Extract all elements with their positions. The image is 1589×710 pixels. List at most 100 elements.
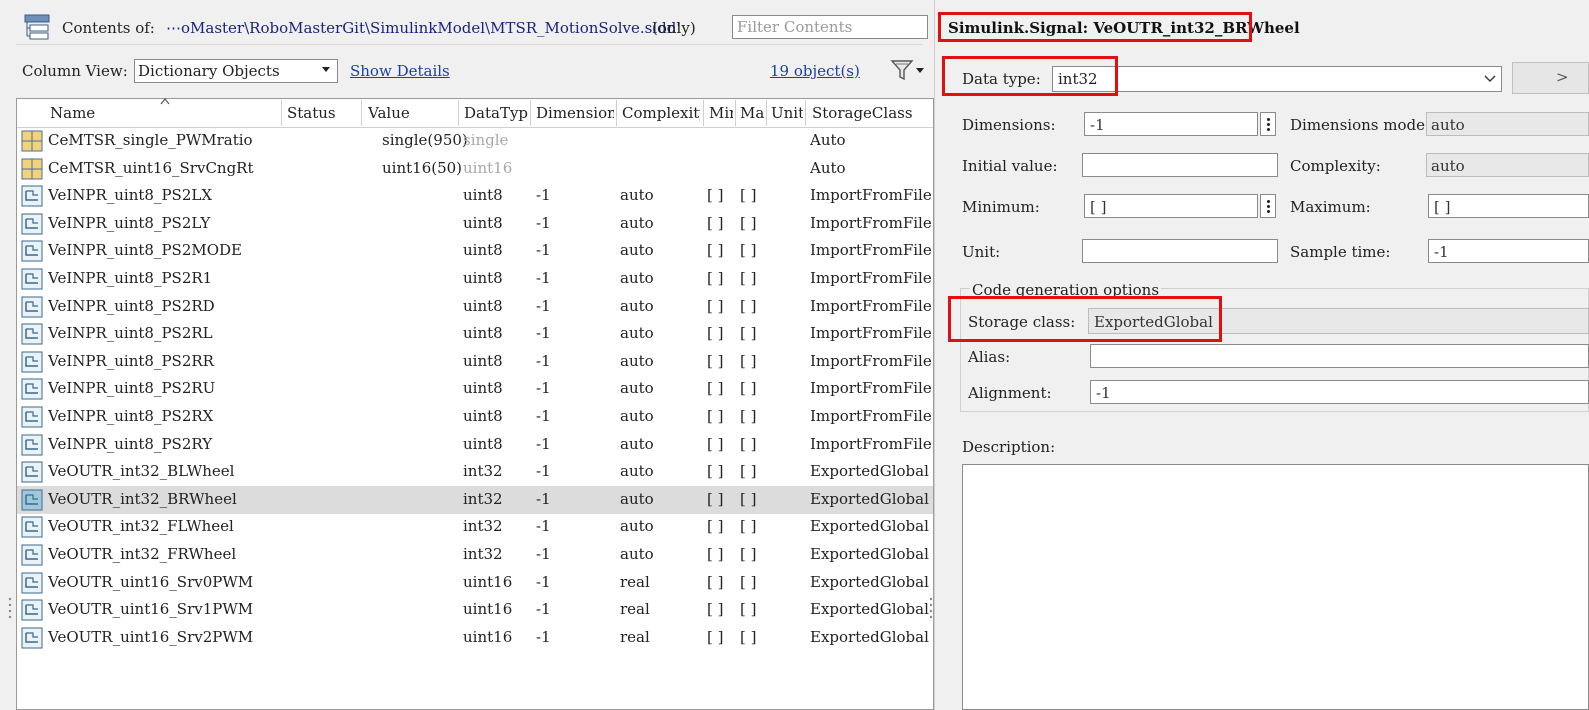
signal-icon xyxy=(21,461,43,483)
table-row[interactable]: CeMTSR_single_PWMratio single(950) single A… xyxy=(17,127,933,155)
column-header-datatype[interactable]: DataType xyxy=(464,104,528,122)
column-header-dimensions[interactable]: Dimensions xyxy=(536,104,614,122)
alias-field[interactable] xyxy=(1090,344,1589,368)
cell-min: [ ] xyxy=(707,296,724,315)
cell-storageclass: ExportedGlobal xyxy=(810,462,929,481)
cell-complexity: auto xyxy=(620,241,654,260)
column-header-max[interactable]: Max xyxy=(740,104,764,122)
cell-name[interactable]: VeINPR_uint8_PS2LX xyxy=(48,186,280,204)
highlight-annotation xyxy=(948,296,1222,342)
cell-name[interactable]: VeOUTR_int32_FLWheel xyxy=(48,517,280,535)
hierarchy-icon[interactable] xyxy=(24,14,50,40)
table-row[interactable]: VeINPR_uint8_PS2RX uint8 -1 auto [ ] [ ] Impor… xyxy=(17,403,933,431)
column-header-min[interactable]: Min xyxy=(709,104,733,122)
table-row[interactable]: VeOUTR_int32_FRWheel int32 -1 auto [ ] [ ] Exp… xyxy=(17,541,933,569)
dropdown-arrow-icon[interactable] xyxy=(322,67,330,72)
cell-dimensions: -1 xyxy=(536,407,551,425)
cell-dimensions: -1 xyxy=(536,572,551,591)
expand-arrow-icon[interactable]: > xyxy=(1556,68,1569,86)
column-header-complexity[interactable]: Complexity xyxy=(622,104,700,122)
cell-storageclass: ExportedGlobal xyxy=(810,600,929,619)
initial-value-field[interactable] xyxy=(1082,153,1278,177)
table-row[interactable]: VeOUTR_uint16_Srv2PWM uint16 -1 real [ ] [ ] E… xyxy=(17,624,933,652)
table-row[interactable]: VeINPR_uint8_PS2RU uint8 -1 auto [ ] [ ] Impor… xyxy=(17,375,933,403)
object-count-link[interactable]: 19 object(s) xyxy=(770,62,860,80)
table-row[interactable]: CeMTSR_uint16_SrvCngRt uint16(50) uint16 Au… xyxy=(17,155,933,183)
dimensions-more-icon[interactable] xyxy=(1260,112,1276,136)
show-details-link[interactable]: Show Details xyxy=(350,62,450,80)
cell-name[interactable]: CeMTSR_uint16_SrvCngRt xyxy=(48,159,280,177)
cell-name[interactable]: VeINPR_uint8_PS2RD xyxy=(48,297,280,315)
cell-name[interactable]: VeINPR_uint8_PS2LY xyxy=(48,214,280,232)
alignment-field[interactable] xyxy=(1090,380,1589,404)
table-row[interactable]: VeINPR_uint8_PS2LY uint8 -1 auto [ ] [ ] Impor… xyxy=(17,210,933,238)
cell-name[interactable]: CeMTSR_single_PWMratio xyxy=(48,131,280,149)
table-row[interactable]: VeINPR_uint8_PS2MODE uint8 -1 auto [ ] [ ] Imp… xyxy=(17,237,933,265)
cell-name[interactable]: VeOUTR_uint16_Srv2PWM xyxy=(48,628,280,646)
cell-name[interactable]: VeOUTR_uint16_Srv0PWM xyxy=(48,573,280,591)
column-header-status[interactable]: Status xyxy=(287,104,359,122)
cell-min: [ ] xyxy=(707,517,724,536)
table-row[interactable]: VeOUTR_uint16_Srv1PWM uint16 -1 real [ ] [ ] E… xyxy=(17,596,933,624)
cell-name[interactable]: VeOUTR_uint16_Srv1PWM xyxy=(48,600,280,618)
table-row[interactable]: VeOUTR_int32_BLWheel int32 -1 auto [ ] [ ] Exp… xyxy=(17,458,933,486)
cell-max: [ ] xyxy=(740,351,757,370)
table-row[interactable]: VeINPR_uint8_PS2R1 uint8 -1 auto [ ] [ ] Impor… xyxy=(17,265,933,293)
cell-datatype: uint8 xyxy=(463,324,503,343)
cell-min: [ ] xyxy=(707,379,724,398)
cell-max: [ ] xyxy=(740,545,757,563)
cell-complexity: auto xyxy=(620,379,654,398)
table-row[interactable]: VeOUTR_uint16_Srv0PWM uint16 -1 real [ ] [ ] E… xyxy=(17,569,933,597)
cell-datatype: uint8 xyxy=(463,269,503,287)
dimensions-field[interactable] xyxy=(1084,112,1258,136)
cell-max: [ ] xyxy=(740,434,757,453)
cell-name[interactable]: VeOUTR_int32_BRWheel xyxy=(48,490,280,508)
cell-name[interactable]: VeOUTR_int32_FRWheel xyxy=(48,545,280,563)
table-row[interactable]: VeOUTR_int32_FLWheel int32 -1 auto [ ] [ ] Exp… xyxy=(17,513,933,541)
chevron-down-icon[interactable] xyxy=(1484,72,1496,84)
table-row[interactable]: VeINPR_uint8_PS2RR uint8 -1 auto [ ] [ ] Impor… xyxy=(17,348,933,376)
table-row[interactable]: VeINPR_uint8_PS2LX uint8 -1 auto [ ] [ ] Impor… xyxy=(17,182,933,210)
data-type-assistant-button[interactable] xyxy=(1512,62,1589,94)
minimum-field[interactable] xyxy=(1084,194,1258,218)
unit-field[interactable] xyxy=(1082,239,1278,263)
cell-storageclass: ExportedGlobal xyxy=(810,545,929,563)
minimum-more-icon[interactable] xyxy=(1260,194,1276,218)
sample-time-field[interactable] xyxy=(1428,239,1589,263)
column-header-name[interactable]: Name xyxy=(50,104,280,122)
table-row[interactable]: VeINPR_uint8_PS2RL uint8 -1 auto [ ] [ ] Impor… xyxy=(17,320,933,348)
data-type-select[interactable] xyxy=(1052,66,1502,92)
cell-name[interactable]: VeINPR_uint8_PS2R1 xyxy=(48,269,280,287)
cell-name[interactable]: VeINPR_uint8_PS2RL xyxy=(48,324,280,342)
column-header-value[interactable]: Value xyxy=(368,104,456,122)
cell-datatype: int32 xyxy=(463,462,503,481)
cell-name[interactable]: VeINPR_uint8_PS2RU xyxy=(48,379,280,397)
highlight-annotation xyxy=(938,12,1252,42)
filter-contents-input[interactable] xyxy=(732,15,928,39)
maximum-field[interactable] xyxy=(1428,194,1589,218)
column-header-storageclass[interactable]: StorageClass xyxy=(812,104,922,122)
pane-splitter-grip-icon[interactable] xyxy=(929,596,933,622)
contents-path[interactable]: ⋯oMaster\RoboMasterGit\SimulinkModel\MTS… xyxy=(166,19,680,37)
filter-menu-arrow-icon[interactable] xyxy=(916,68,924,73)
cell-name[interactable]: VeINPR_uint8_PS2MODE xyxy=(48,241,280,259)
cell-max: [ ] xyxy=(740,213,757,232)
signal-icon xyxy=(21,213,43,235)
cell-datatype: int32 xyxy=(463,545,503,563)
cell-max: [ ] xyxy=(740,572,757,591)
cell-name[interactable]: VeOUTR_int32_BLWheel xyxy=(48,462,280,480)
column-header-unit[interactable]: Unit xyxy=(771,104,803,122)
filter-funnel-icon[interactable] xyxy=(890,58,914,82)
splitter-grip-icon[interactable] xyxy=(8,596,12,622)
cell-datatype: uint16 xyxy=(463,572,513,591)
cell-dimensions: -1 xyxy=(536,517,551,536)
table-row[interactable]: VeINPR_uint8_PS2RY uint8 -1 auto [ ] [ ] Impor… xyxy=(17,431,933,459)
cell-name[interactable]: VeINPR_uint8_PS2RY xyxy=(48,435,280,453)
table-row[interactable]: VeOUTR_int32_BRWheel int32 -1 auto [ ] [ ] Exp… xyxy=(17,485,933,514)
table-row[interactable]: VeINPR_uint8_PS2RD uint8 -1 auto [ ] [ ] Impor… xyxy=(17,293,933,321)
description-textarea[interactable] xyxy=(962,464,1589,710)
cell-storageclass: ExportedGlobal xyxy=(810,572,929,591)
cell-storageclass: ImportFromFile xyxy=(810,379,932,398)
cell-name[interactable]: VeINPR_uint8_PS2RX xyxy=(48,407,280,425)
cell-name[interactable]: VeINPR_uint8_PS2RR xyxy=(48,352,280,370)
